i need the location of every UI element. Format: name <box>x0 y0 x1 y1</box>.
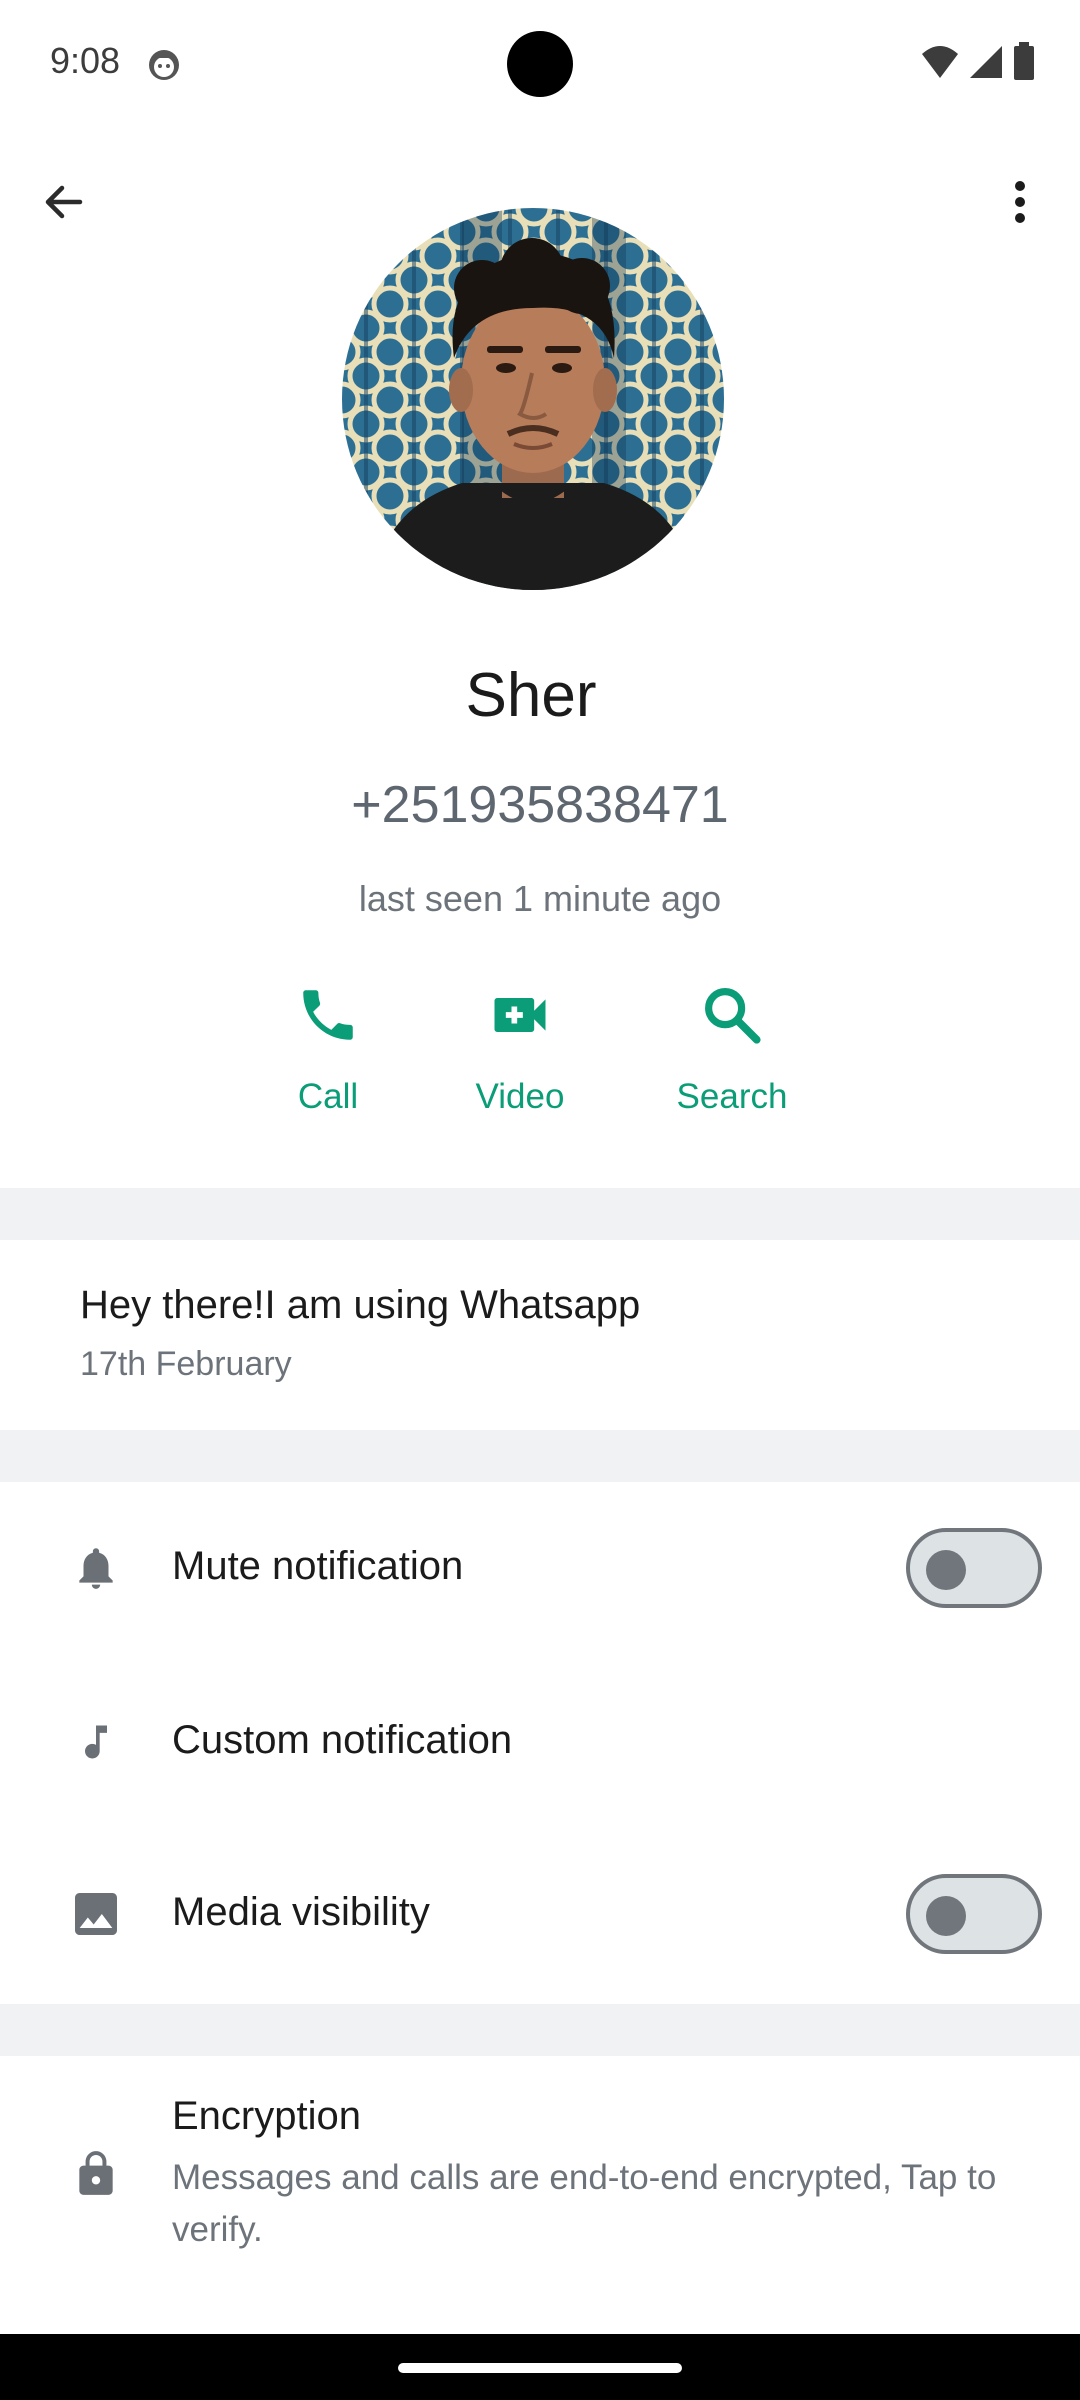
home-indicator[interactable] <box>398 2363 682 2373</box>
status-time: 9:08 <box>50 40 121 81</box>
encryption-title: Encryption <box>172 2094 361 2138</box>
status-bar: 9:08 <box>0 0 1080 128</box>
video-label: Video <box>475 1077 565 1116</box>
video-button[interactable]: Video <box>420 975 620 1145</box>
toggle-knob <box>926 1550 966 1590</box>
mute-notification-label: Mute notification <box>172 1544 464 1588</box>
search-label: Search <box>676 1077 788 1116</box>
about-date: 17th February <box>80 1345 292 1383</box>
more-options-button[interactable] <box>984 168 1056 240</box>
more-vert-icon <box>1012 180 1028 229</box>
signal-icon <box>968 44 1004 85</box>
lock-icon <box>64 2142 128 2206</box>
media-visibility-label: Media visibility <box>172 1890 430 1934</box>
toggle-knob <box>926 1896 966 1936</box>
arrow-back-icon <box>40 178 88 231</box>
section-divider <box>0 1430 1080 1482</box>
search-icon <box>692 975 772 1055</box>
status-icons <box>920 41 1036 87</box>
call-label: Call <box>297 1077 359 1116</box>
encryption-description: Messages and calls are end-to-end encryp… <box>172 2158 997 2249</box>
back-button[interactable] <box>28 168 100 240</box>
about-text: Hey there!I am using Whatsapp <box>80 1283 641 1327</box>
media-visibility-toggle[interactable] <box>906 1874 1042 1954</box>
section-divider <box>0 2004 1080 2056</box>
media-visibility-row[interactable]: Media visibility <box>0 1834 1080 1994</box>
phone-icon <box>288 975 368 1055</box>
bell-icon <box>64 1536 128 1600</box>
search-button[interactable]: Search <box>632 975 832 1145</box>
custom-notification-label: Custom notification <box>172 1718 513 1762</box>
contact-name: Sher <box>465 661 597 730</box>
mute-notification-row[interactable]: Mute notification <box>0 1488 1080 1648</box>
camera-cutout <box>507 31 573 97</box>
image-icon <box>64 1882 128 1946</box>
avatar[interactable] <box>342 208 724 590</box>
last-seen-text: last seen 1 minute ago <box>358 878 722 919</box>
mute-notification-toggle[interactable] <box>906 1528 1042 1608</box>
battery-icon <box>1012 41 1036 87</box>
section-divider <box>0 1188 1080 1240</box>
video-call-icon <box>480 975 560 1055</box>
music-note-icon <box>64 1710 128 1774</box>
custom-notification-row[interactable]: Custom notification <box>0 1662 1080 1822</box>
call-button[interactable]: Call <box>228 975 428 1145</box>
contact-info-screen: 9:08 Sher +251935838471 last seen 1 minu… <box>0 0 1080 2400</box>
notification-face-icon <box>146 47 182 83</box>
contact-phone: +251935838471 <box>351 776 729 834</box>
wifi-icon <box>920 44 960 85</box>
